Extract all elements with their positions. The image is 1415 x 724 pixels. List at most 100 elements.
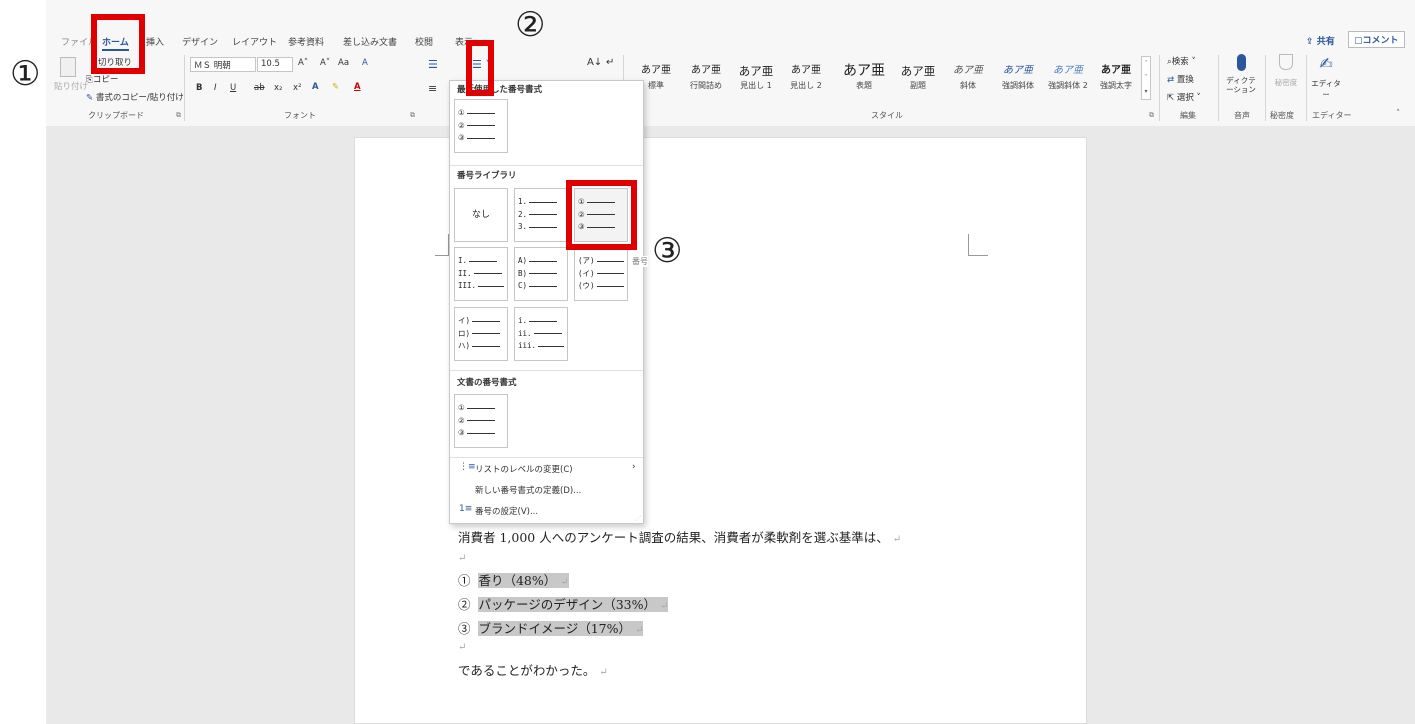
format-painter-button[interactable]: ✎ 書式のコピー/貼り付け [86, 91, 184, 103]
numbering-option-roman-upper[interactable]: I. II. III. [454, 247, 508, 301]
copy-button[interactable]: ⎘コピー [86, 73, 118, 85]
highlight-box-numbering [466, 40, 494, 96]
annotation-2: ② [515, 5, 546, 45]
style-heading-1[interactable]: あア亜 見出し 1 [731, 62, 781, 100]
copy-icon: ⎘ [86, 75, 93, 85]
grow-font-button[interactable]: A˄ [298, 58, 308, 68]
sensitivity-button[interactable]: 秘密度 [1273, 54, 1299, 104]
style-subtitle[interactable]: あア亜 副題 [893, 62, 943, 100]
annotation-3: ③ [652, 231, 683, 271]
group-label-font: フォント [284, 111, 316, 120]
strikethrough-button[interactable]: ab [254, 83, 265, 93]
font-launcher-icon[interactable]: ⧉ [410, 111, 415, 120]
highlighter-icon[interactable]: ✎ [332, 82, 339, 92]
paste-button[interactable]: 貼り付け [54, 53, 88, 93]
set-numbering-value-item[interactable]: 番号の設定(V)... [475, 505, 538, 517]
dictate-button[interactable]: ディクテーション [1224, 54, 1258, 104]
numbering-option-arabic[interactable]: 1. 2. 3. [514, 188, 568, 242]
change-list-level-item[interactable]: リストのレベルの変更(C) [475, 463, 573, 475]
document-formats-heading: 文書の番号書式 [457, 378, 517, 388]
bullets-icon[interactable]: ☰ [428, 58, 438, 71]
list-item[interactable]: ② パッケージのデザイン（33%） ↵ [458, 594, 669, 613]
font-name-select[interactable]: ＭＳ 明朝 [190, 57, 256, 72]
list-item-text: 香り（48%） ↵ [478, 573, 569, 588]
style-no-spacing[interactable]: あア亜 行間詰め [681, 62, 731, 100]
margin-corner-mark [968, 234, 988, 256]
doc-closing-line[interactable]: であることがわかった。 ↵ [458, 660, 608, 679]
select-button[interactable]: ⇱ 選択 ˅ [1167, 91, 1201, 103]
subscript-button[interactable]: x₂ [274, 83, 282, 93]
bold-button[interactable]: B [196, 83, 202, 93]
font-size-select[interactable]: 10.5 [257, 57, 293, 72]
font-color-icon[interactable]: A [354, 82, 361, 92]
italic-button[interactable]: I [214, 83, 217, 93]
group-label-clipboard: クリップボード [88, 111, 144, 120]
tab-references[interactable]: 参考資料 [288, 35, 324, 48]
list-item-text: パッケージのデザイン（33%） ↵ [478, 597, 669, 612]
list-level-icon: ⋮≡ [459, 462, 476, 472]
annotation-1: ① [10, 54, 41, 94]
empty-paragraph: ↵ [458, 642, 467, 653]
collapse-ribbon-icon[interactable]: ˄ [1396, 109, 1400, 119]
numbering-option-katakana[interactable]: (ア) (イ) (ウ) [574, 247, 628, 301]
group-label-editor: エディター [1312, 111, 1352, 120]
comment-icon: ▢ [1354, 36, 1363, 46]
library-heading: 番号ライブラリ [457, 171, 517, 181]
numbering-option-iroha[interactable]: イ) ロ) ハ) [454, 307, 508, 361]
styles-scroll[interactable]: ˄ ˅ ▾ [1141, 56, 1151, 100]
clipboard-icon [60, 57, 76, 77]
group-label-styles: スタイル [871, 111, 903, 120]
superscript-button[interactable]: x² [293, 83, 301, 93]
left-margin [0, 0, 46, 724]
sort-icon[interactable]: A↓ [587, 57, 602, 68]
paragraph-mark-icon[interactable]: ↵ [606, 57, 614, 68]
change-case-button[interactable]: Aa [338, 58, 349, 68]
tab-insert[interactable]: 挿入 [146, 35, 164, 48]
clear-format-button[interactable]: A [362, 58, 368, 68]
tab-mailings[interactable]: 差し込み文書 [343, 35, 397, 48]
style-heading-2[interactable]: あア亜 見出し 2 [781, 62, 831, 100]
style-intense-emphasis[interactable]: あア亜 強調斜体 [993, 62, 1043, 100]
tab-layout[interactable]: レイアウト [232, 35, 277, 48]
define-number-format-item[interactable]: 新しい番号書式の定義(D)... [475, 484, 581, 496]
highlight-box-circled-option [566, 180, 637, 250]
clipboard-launcher-icon[interactable]: ⧉ [176, 111, 181, 120]
numbering-option-none[interactable]: なし [454, 188, 508, 242]
replace-button[interactable]: ⇄ 置換 [1167, 73, 1194, 85]
editor-button[interactable]: ✍ エディター [1311, 54, 1341, 104]
styles-launcher-icon[interactable]: ⧉ [1149, 111, 1154, 120]
style-strong[interactable]: あア亜 強調太字 [1091, 62, 1141, 100]
numbering-option-document[interactable]: ① ② ③ [454, 394, 508, 448]
align-left-icon[interactable]: ≡ [428, 82, 437, 95]
resize-grip-icon[interactable]: ⋰ [635, 515, 641, 522]
tab-review[interactable]: 校閲 [415, 35, 433, 48]
chevron-right-icon: › [632, 462, 636, 472]
style-intense-emphasis-2[interactable]: あア亜 強調斜体 2 [1043, 62, 1093, 100]
doc-intro-line[interactable]: 消費者 1,000 人へのアンケート調査の結果、消費者が柔軟剤を選ぶ基準は、 ↵ [458, 527, 901, 546]
separator [1218, 55, 1219, 121]
group-label-editing: 編集 [1180, 111, 1196, 120]
style-emphasis[interactable]: あア亜 斜体 [943, 62, 993, 100]
tab-design[interactable]: デザイン [182, 35, 218, 48]
divider [450, 165, 643, 166]
shrink-font-button[interactable]: A˅ [320, 58, 330, 68]
numbering-option-roman-lower[interactable]: i. ii. iii. [514, 307, 568, 361]
comment-button[interactable]: ▢コメント [1348, 31, 1405, 48]
group-label-sensitivity: 秘密度 [1270, 111, 1294, 120]
list-item[interactable]: ① 香り（48%） ↵ [458, 570, 569, 589]
shield-icon [1279, 54, 1293, 70]
group-label-voice: 音声 [1234, 111, 1250, 120]
cursor-icon: ⇱ [1167, 93, 1175, 103]
set-number-value-icon: 1≡ [459, 504, 473, 514]
list-item-text: ブランドイメージ（17%） ↵ [478, 621, 644, 636]
list-item[interactable]: ③ ブランドイメージ（17%） ↵ [458, 618, 644, 637]
numbering-option-recent[interactable]: ① ② ③ [454, 99, 508, 153]
separator [1306, 55, 1307, 121]
brush-icon: ✎ [86, 93, 94, 103]
find-button[interactable]: ⌕検索 ˅ [1167, 55, 1196, 67]
text-effects-icon[interactable]: A [312, 82, 319, 92]
share-button[interactable]: ⇪ 共有 [1306, 34, 1335, 47]
style-title[interactable]: あア亜 表題 [836, 62, 892, 100]
underline-button[interactable]: U [230, 83, 236, 93]
numbering-option-alpha[interactable]: A) B) C) [514, 247, 568, 301]
